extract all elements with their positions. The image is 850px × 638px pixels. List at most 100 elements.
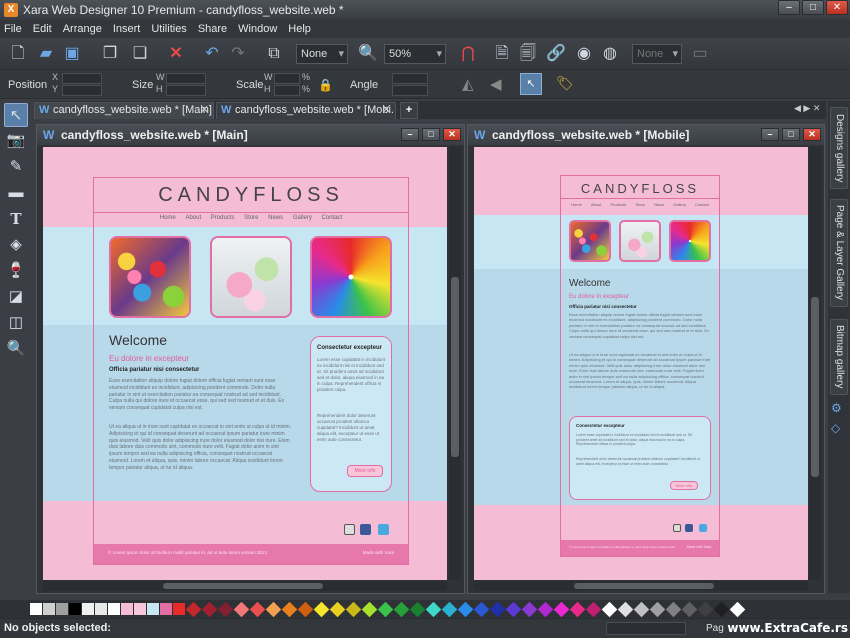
nav-store[interactable]: Store [635,202,645,207]
tab-close-icon[interactable]: ✕ [382,103,391,118]
color-swatch[interactable] [43,603,55,615]
mobile-horizontal-scrollbar[interactable] [474,581,808,591]
main-vertical-scrollbar[interactable] [449,147,461,580]
doc-close-button[interactable]: ✕ [443,128,461,141]
zoom-dropdown[interactable]: 50% [384,44,446,64]
lollipop-image[interactable] [310,236,392,318]
nav-news[interactable]: News [654,202,664,207]
color-swatch[interactable] [297,601,314,617]
tab-scroll-icon[interactable]: ◀ ▶ ✕ [794,103,820,114]
link-icon[interactable]: 🔗 [544,42,568,66]
page-preview-icon[interactable]: 🗎 [490,42,514,66]
color-swatch[interactable] [233,601,250,617]
nav-about[interactable]: About [591,202,601,207]
snap-magnet-icon[interactable]: ⋂ [456,42,480,66]
skew-field[interactable] [392,85,428,96]
doc-maximize-button[interactable]: □ [782,128,800,141]
zoom-icon[interactable]: 🔍 [356,42,380,66]
main-horizontal-scrollbar[interactable] [43,581,447,591]
color-swatch[interactable] [69,603,81,615]
flip-vertical-icon[interactable]: ◀ [490,75,502,93]
nav-products[interactable]: Products [611,202,627,207]
facebook-icon[interactable] [360,524,371,535]
more-info-button[interactable]: More info [347,465,383,477]
close-button[interactable]: ✕ [826,0,848,15]
preview-browser-icon[interactable]: ◉ [572,42,596,66]
color-swatch[interactable] [665,601,682,617]
color-swatch[interactable] [393,601,410,617]
save-icon[interactable]: ▣ [60,42,84,66]
color-swatch[interactable] [249,601,266,617]
color-swatch[interactable] [217,601,234,617]
doc-close-button[interactable]: ✕ [803,128,821,141]
color-swatch[interactable] [409,601,426,617]
color-swatch[interactable] [95,603,107,615]
mobile-vscroll-thumb[interactable] [811,297,819,477]
toolbar-extra-icon[interactable]: ▭ [688,42,712,66]
shadow-tool-icon[interactable]: ◪ [4,285,28,309]
redo-icon[interactable]: ↷ [226,42,250,66]
paste-icon[interactable]: ❏ [128,42,152,66]
photo-tool-icon[interactable]: 📷 [4,129,28,153]
color-swatch[interactable] [505,601,522,617]
twitter-icon[interactable] [378,524,389,535]
main-canvas[interactable]: CANDYFLOSS Home About Products Store New… [43,147,447,580]
color-swatch[interactable] [345,601,362,617]
delete-icon[interactable]: ✕ [164,42,188,66]
color-swatch[interactable] [147,603,159,615]
menu-arrange[interactable]: Arrange [63,23,102,35]
tab-close-icon[interactable]: ✕ [200,103,209,118]
color-swatch[interactable] [377,601,394,617]
bitmap-gallery-tab[interactable]: Bitmap gallery [830,319,848,395]
color-swatch[interactable] [457,601,474,617]
nav-gallery[interactable]: Gallery [293,215,312,221]
color-swatch[interactable] [649,601,666,617]
style-dropdown[interactable]: None [296,44,348,64]
menu-file[interactable]: File [4,23,22,35]
color-swatch[interactable] [537,601,554,617]
color-swatch[interactable] [521,601,538,617]
color-swatch[interactable] [108,603,120,615]
menu-utilities[interactable]: Utilities [151,23,186,35]
email-icon[interactable] [344,524,355,535]
candy-image-1[interactable] [109,236,191,318]
maximize-button[interactable]: □ [802,0,824,15]
color-swatch[interactable] [281,601,298,617]
main-vscroll-thumb[interactable] [451,277,459,457]
mobile-canvas[interactable]: CANDYFLOSS Home About Products Store New… [474,147,808,580]
main-hscroll-thumb[interactable] [163,583,323,589]
color-swatch[interactable] [121,603,133,615]
color-swatch[interactable] [425,601,442,617]
tag-icon[interactable]: 🏷 [556,75,574,92]
tab-main[interactable]: W candyfloss_website.web * [Main] ✕ [34,102,214,119]
new-document-icon[interactable]: 🗋 [6,42,30,66]
nav-home[interactable]: Home [160,215,176,221]
candy-image-2[interactable] [619,220,661,262]
page-layer-gallery-tab[interactable]: Page & Layer Gallery [830,199,848,307]
more-info-button[interactable]: More info [670,481,698,490]
nav-about[interactable]: About [185,215,201,221]
color-swatch[interactable] [313,601,330,617]
minimize-button[interactable]: – [778,0,800,15]
footer-made-with[interactable]: Made with Xara [687,545,711,549]
color-swatch[interactable] [160,603,172,615]
email-icon[interactable] [673,524,681,532]
fill-tool-icon[interactable]: ◈ [4,233,28,257]
position-y-field[interactable] [62,85,102,96]
color-swatch[interactable] [265,601,282,617]
menu-help[interactable]: Help [288,23,311,35]
menu-share[interactable]: Share [198,23,227,35]
angle-field[interactable] [392,73,428,84]
gallery-extra2-icon[interactable]: ◇ [831,421,847,437]
tab-mobile[interactable]: W candyfloss_website.web * [Mobi... ✕ [216,102,396,119]
publish-icon[interactable]: 🗐 [516,42,540,66]
twitter-icon[interactable] [699,524,707,532]
color-swatch[interactable] [473,601,490,617]
zoom-tool-icon[interactable]: 🔍 [4,337,28,361]
nav-contact[interactable]: Contact [695,202,709,207]
freehand-tool-icon[interactable]: ✎ [4,155,28,179]
doc-maximize-button[interactable]: □ [422,128,440,141]
undo-icon[interactable]: ↶ [200,42,224,66]
color-swatch[interactable] [489,601,506,617]
color-swatch[interactable] [56,603,68,615]
